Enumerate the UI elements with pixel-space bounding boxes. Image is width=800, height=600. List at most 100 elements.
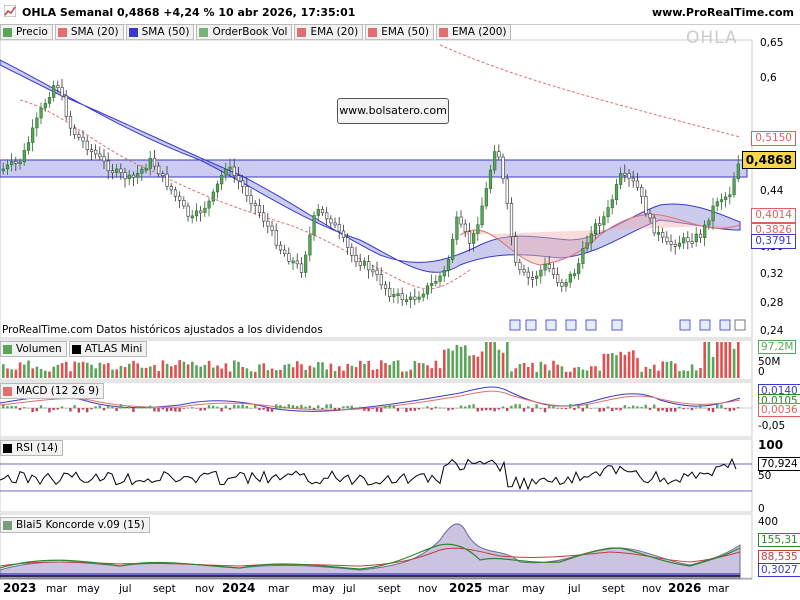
macd-hist-bar xyxy=(380,408,383,413)
volume-bar xyxy=(451,350,454,378)
macd-hist-bar xyxy=(291,405,295,409)
candle xyxy=(425,285,430,295)
macd-hist-bar xyxy=(367,408,370,412)
candle xyxy=(396,293,400,296)
time-axis-label: 2023 xyxy=(3,581,37,595)
candle xyxy=(337,224,341,232)
candle xyxy=(446,259,451,271)
candle xyxy=(430,283,434,287)
macd-hist-bar xyxy=(472,404,475,409)
candle xyxy=(18,161,22,165)
volume-bar xyxy=(178,360,181,378)
volume-bar xyxy=(312,367,316,378)
dividend-markers[interactable] xyxy=(509,319,746,331)
volume-bar xyxy=(623,354,627,378)
macd-legend-item-0[interactable]: MACD (12 26 9) xyxy=(0,383,105,399)
macd-hist-bar xyxy=(296,406,299,409)
volume-bar xyxy=(283,364,286,378)
candle xyxy=(60,87,64,97)
macd-hist-bar xyxy=(44,407,47,409)
volume-bar xyxy=(611,352,614,378)
dividend-marker-icon[interactable] xyxy=(679,319,691,331)
candle xyxy=(404,299,409,302)
candle xyxy=(434,281,438,284)
bolsatero-annotation[interactable]: www.bolsatero.com xyxy=(337,98,449,124)
volume-bar xyxy=(44,370,47,378)
volume-bar xyxy=(258,364,261,378)
macd-hist-bar xyxy=(283,406,286,409)
volume-bar xyxy=(619,351,622,378)
candle xyxy=(694,233,698,243)
candle xyxy=(627,173,631,179)
volume-bar xyxy=(182,361,186,378)
volume-legend-item-1[interactable]: ATLAS Mini xyxy=(68,341,148,357)
candle xyxy=(543,263,547,271)
dividend-marker-icon[interactable] xyxy=(611,319,623,331)
candle xyxy=(677,242,682,247)
volume-bar xyxy=(455,344,459,378)
candle xyxy=(287,253,291,262)
candle xyxy=(283,249,287,254)
time-axis-label: may xyxy=(77,583,100,595)
candle xyxy=(409,296,413,300)
dividend-marker-icon[interactable] xyxy=(565,319,577,331)
candle xyxy=(476,224,480,234)
macd-hist-bar xyxy=(531,408,534,413)
candle xyxy=(39,107,43,119)
dividend-marker-icon[interactable] xyxy=(719,319,731,331)
volume-bar xyxy=(690,364,694,378)
macd-hist-bar xyxy=(270,408,274,412)
macd-hist-bar xyxy=(401,407,404,409)
volume-bar xyxy=(476,356,480,378)
candle xyxy=(413,296,417,300)
candle xyxy=(598,223,602,226)
macd-hist-bar xyxy=(480,408,484,411)
volume-bar xyxy=(174,364,177,378)
candle xyxy=(577,263,581,274)
volume-bar xyxy=(594,366,597,378)
macd-hist-bar xyxy=(220,408,223,412)
volume-bar xyxy=(128,363,131,378)
info-icon[interactable] xyxy=(734,319,746,331)
macd-hist-bar xyxy=(619,408,622,411)
time-axis-label: nov xyxy=(195,583,215,595)
macd-hist-bar xyxy=(321,408,324,410)
macd-hist-bar xyxy=(123,407,127,409)
candle xyxy=(493,151,497,171)
macd-hist-bar xyxy=(560,408,563,409)
koncorde-legend-item-0[interactable]: Blai5 Koncorde v.09 (15) xyxy=(0,517,150,533)
dividend-marker-icon[interactable] xyxy=(509,319,521,331)
time-axis-label: jul xyxy=(343,583,356,595)
macd-hist-bar xyxy=(300,404,303,409)
volume-legend-item-0[interactable]: Volumen xyxy=(0,341,67,357)
price-axis-tick: 0,6 xyxy=(760,72,777,84)
candle xyxy=(178,195,182,201)
price-tag: 0,4014 xyxy=(751,208,796,223)
rsi-legend-item-0[interactable]: RSI (14) xyxy=(0,440,63,456)
volume-bar xyxy=(384,363,387,378)
macd-hist-bar xyxy=(632,405,635,409)
macd-hist-bar xyxy=(716,404,719,409)
macd-hist-bar xyxy=(69,408,72,412)
dividend-marker-icon[interactable] xyxy=(585,319,597,331)
candle xyxy=(249,195,253,204)
volume-bar xyxy=(678,371,681,378)
dividend-marker-icon[interactable] xyxy=(545,319,557,331)
macd-hist-bar xyxy=(161,408,164,410)
volume-bar xyxy=(350,365,354,378)
macd-hist-bar xyxy=(149,405,152,409)
macd-hist-bar xyxy=(18,408,22,411)
chart-canvas[interactable] xyxy=(0,0,800,600)
macd-hist-bar xyxy=(266,408,269,412)
candle xyxy=(211,191,215,202)
volume-bar xyxy=(73,361,76,378)
dividend-marker-icon[interactable] xyxy=(525,319,537,331)
volume-bar xyxy=(107,363,110,378)
candle xyxy=(379,274,383,286)
volume-bar xyxy=(543,364,547,378)
macd-hist-bar xyxy=(203,408,206,411)
macd-hist-bar xyxy=(245,405,248,409)
volume-bar xyxy=(287,363,291,378)
dividend-marker-icon[interactable] xyxy=(699,319,711,331)
volume-bar xyxy=(392,361,396,378)
